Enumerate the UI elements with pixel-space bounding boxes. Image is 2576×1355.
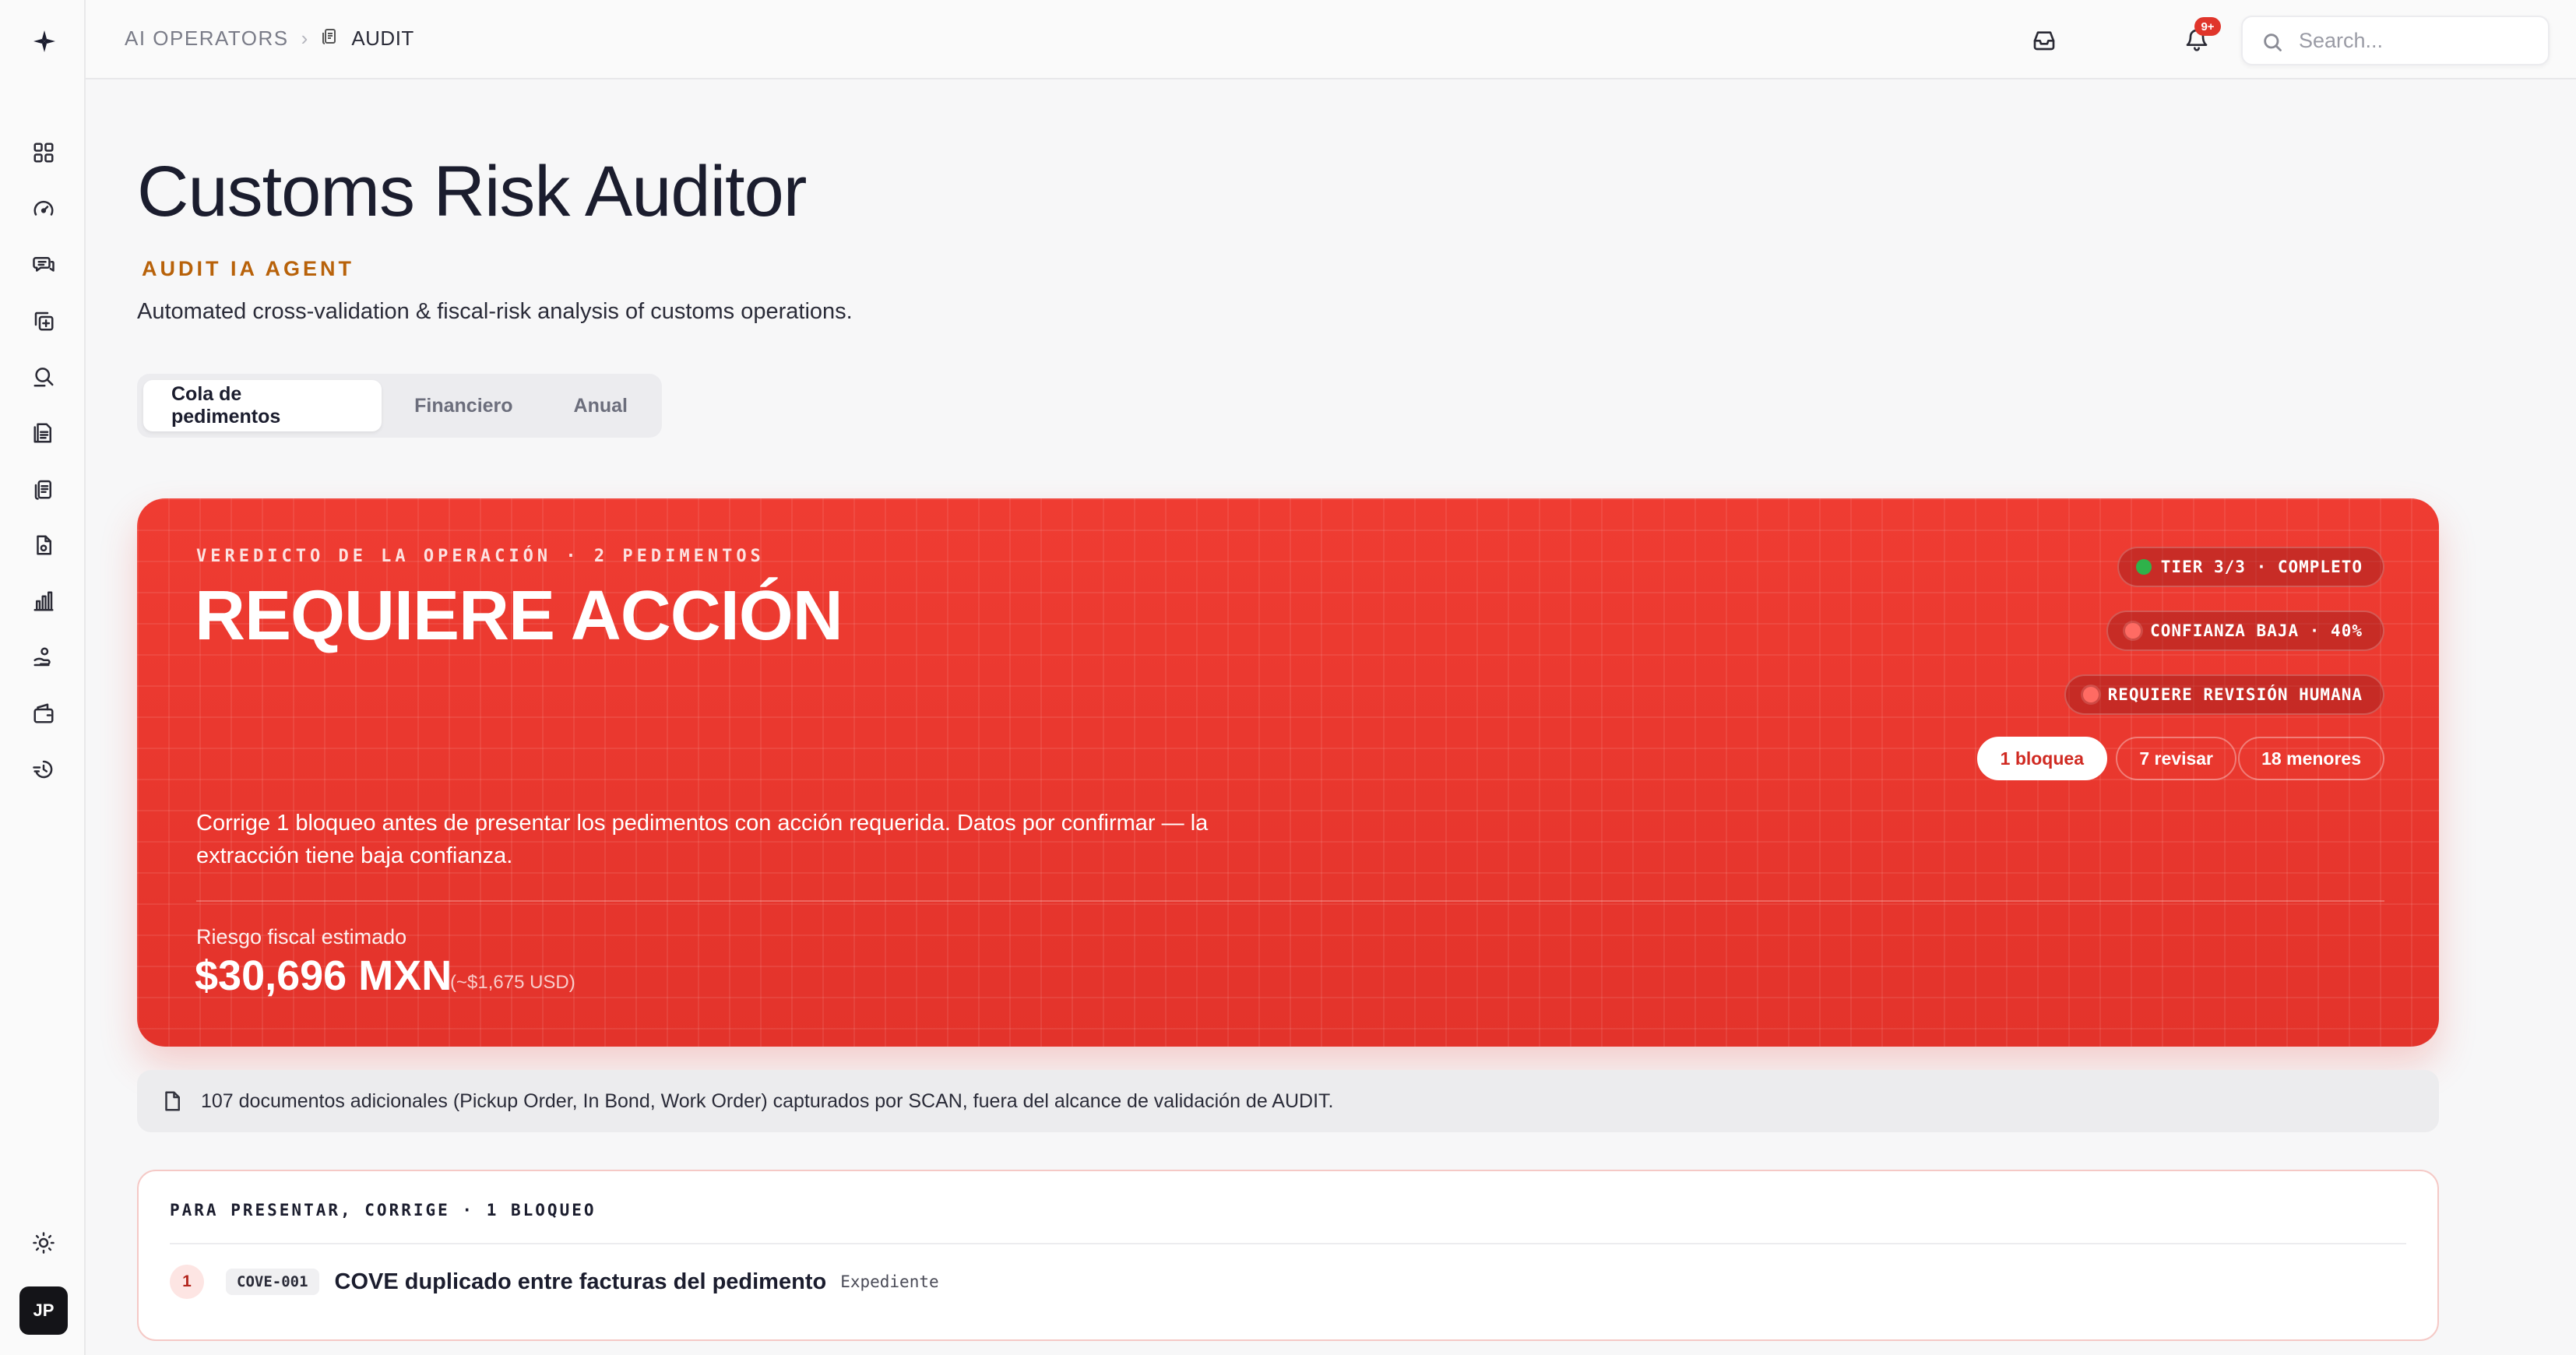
verdict-eyebrow: VEREDICTO DE LA OPERACIÓN · 2 PEDIMENTOS [196, 547, 765, 566]
bar-chart-icon[interactable] [30, 587, 58, 615]
blocker-count-chip[interactable]: 1 bloquea [1976, 737, 2107, 780]
gauge-icon[interactable] [30, 195, 58, 223]
clipboard-icon[interactable] [30, 475, 58, 503]
inbox-icon[interactable] [2028, 23, 2060, 56]
verdict-summary: Corrige 1 bloqueo antes de presentar los… [196, 811, 1209, 869]
list-item[interactable]: 1 COVE-001 COVE duplicado entre facturas… [170, 1257, 939, 1307]
page-title: Customs Risk Auditor [137, 152, 807, 231]
row-number: 1 [170, 1265, 204, 1299]
document-icon[interactable] [30, 419, 58, 447]
search-box [2241, 16, 2550, 65]
additional-docs-notice: 107 documentos adicionales (Pickup Order… [137, 1070, 2439, 1132]
divider [170, 1243, 2406, 1244]
app-logo-icon[interactable] [31, 28, 58, 55]
review-count-chip[interactable]: 7 revisar [2116, 737, 2236, 780]
file-icon [165, 1091, 180, 1111]
breadcrumb-root[interactable]: AI OPERATORS [125, 26, 289, 51]
confidence-pill: CONFIANZA BAJA · 40% [2106, 611, 2384, 651]
sun-icon[interactable] [30, 1229, 58, 1257]
human-review-pill: REQUIERE REVISIÓN HUMANA [2064, 674, 2384, 715]
chevron-right-icon: › [301, 26, 308, 50]
blocker-category: Expediente [840, 1272, 939, 1291]
sidebar: JP [0, 0, 86, 1355]
search-review-icon[interactable] [30, 363, 58, 391]
dashboard-icon[interactable] [30, 139, 58, 167]
human-review-label: REQUIERE REVISIÓN HUMANA [2107, 685, 2363, 704]
risk-amount: $30,696 MXN [195, 952, 452, 999]
risk-usd: (~$1,675 USD) [450, 972, 575, 993]
clipboard-icon [320, 26, 339, 51]
chat-icon[interactable] [30, 251, 58, 279]
notification-badge: 9+ [2194, 17, 2221, 36]
hand-coin-icon[interactable] [30, 643, 58, 671]
tab-financiero[interactable]: Financiero [386, 380, 540, 431]
history-icon[interactable] [30, 755, 58, 783]
search-icon [2264, 33, 2282, 51]
user-avatar[interactable]: JP [19, 1286, 68, 1335]
page-subtitle: AUDIT IA AGENT [142, 257, 354, 280]
breadcrumb-current: AUDIT [351, 26, 414, 50]
search-input[interactable] [2299, 25, 2532, 56]
status-dot-icon [2135, 559, 2152, 575]
page-description: Automated cross-validation & fiscal-risk… [137, 299, 853, 324]
tab-bar: Cola de pedimentos Financiero Anual [137, 374, 662, 438]
file-check-icon[interactable] [30, 531, 58, 559]
confidence-label: CONFIANZA BAJA · 40% [2150, 621, 2363, 640]
divider [196, 900, 2384, 902]
status-dot-icon [2125, 623, 2141, 639]
risk-label: Riesgo fiscal estimado [196, 925, 407, 948]
tab-cola-de-pedimentos[interactable]: Cola de pedimentos [143, 380, 382, 431]
status-dot-icon [2082, 687, 2099, 702]
rule-code: COVE-001 [226, 1269, 319, 1295]
verdict-card: VEREDICTO DE LA OPERACIÓN · 2 PEDIMENTOS… [137, 498, 2439, 1047]
notice-text: 107 documentos adicionales (Pickup Order… [201, 1089, 1334, 1112]
blocker-title[interactable]: COVE duplicado entre facturas del pedime… [335, 1269, 827, 1295]
tab-anual[interactable]: Anual [546, 380, 656, 431]
copy-plus-icon[interactable] [30, 307, 58, 335]
verdict-title: REQUIERE ACCIÓN [195, 577, 843, 655]
blockers-card: PARA PRESENTAR, CORRIGE · 1 BLOQUEO 1 CO… [137, 1170, 2439, 1341]
tier-status-pill: TIER 3/3 · COMPLETO [2117, 547, 2384, 587]
tier-status-label: TIER 3/3 · COMPLETO [2160, 558, 2363, 576]
wallet-icon[interactable] [30, 699, 58, 727]
blockers-heading: PARA PRESENTAR, CORRIGE · 1 BLOQUEO [170, 1201, 596, 1220]
breadcrumb: AI OPERATORS › AUDIT [125, 26, 414, 51]
minor-count-chip[interactable]: 18 menores [2238, 737, 2384, 780]
